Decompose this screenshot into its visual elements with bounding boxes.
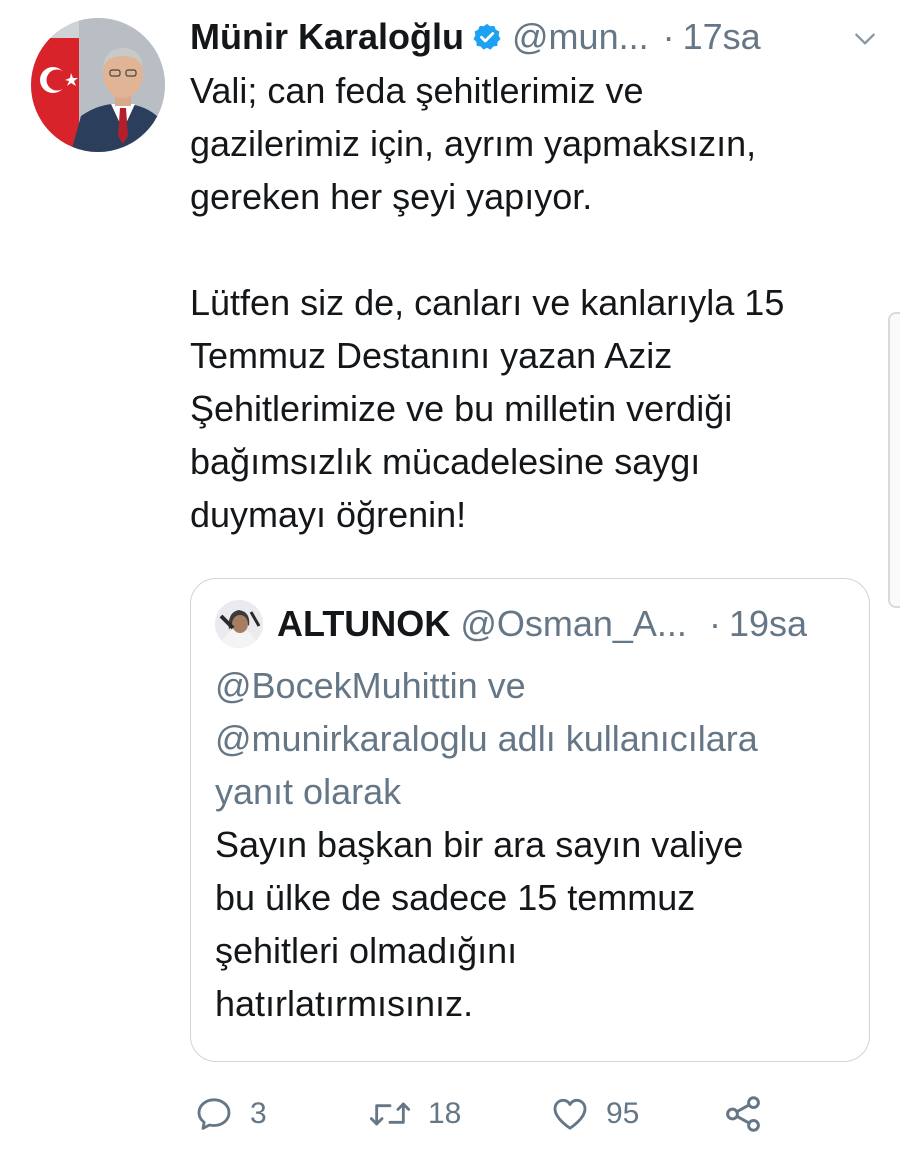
quoted-author-name: ALTUNOK <box>277 603 451 644</box>
quoted-header-separator: · <box>708 603 721 644</box>
comment-icon <box>194 1094 234 1134</box>
header-separator: · <box>662 16 675 57</box>
verified-badge-icon <box>472 22 502 52</box>
like-button[interactable]: 95 <box>550 1086 639 1142</box>
author-name[interactable]: Münir Karaloğlu <box>190 16 464 58</box>
tweet-timestamp[interactable]: 17sa <box>683 16 761 58</box>
heart-icon <box>550 1094 590 1134</box>
quoted-tweet-header: ALTUNOK @Osman_A... · 19sa <box>215 599 807 649</box>
retweet-button[interactable]: 18 <box>368 1086 461 1142</box>
quoted-author-avatar <box>215 600 263 648</box>
tweet-actions: 3 18 95 <box>190 1086 880 1142</box>
quoted-author-handle: @Osman_A... <box>460 603 687 644</box>
like-count: 95 <box>606 1097 640 1130</box>
quoted-tweet-timestamp: 19sa <box>728 603 808 644</box>
tweet-text: Vali; can feda şehitlerimiz ve gazilerim… <box>190 70 785 535</box>
reply-count: 3 <box>250 1097 267 1130</box>
author-avatar[interactable] <box>31 18 165 152</box>
chevron-down-icon[interactable] <box>852 26 878 52</box>
retweet-icon <box>368 1094 412 1134</box>
quoted-tweet-card[interactable]: ALTUNOK @Osman_A... · 19sa @BocekMuhitti… <box>190 578 870 1062</box>
retweet-count: 18 <box>428 1097 462 1130</box>
quoted-tweet-text: Sayın başkan bir ara sayın valiye bu ülk… <box>215 824 744 1024</box>
scrollbar[interactable] <box>888 312 900 608</box>
share-icon <box>722 1093 764 1135</box>
quoted-replying-to: @BocekMuhittin ve @munirkaraloglu adlı k… <box>215 665 758 812</box>
author-handle[interactable]: @mun... <box>512 16 649 58</box>
share-button[interactable] <box>722 1086 764 1142</box>
reply-button[interactable]: 3 <box>194 1086 267 1142</box>
tweet-header: Münir Karaloğlu @mun... · 17sa <box>190 12 880 62</box>
